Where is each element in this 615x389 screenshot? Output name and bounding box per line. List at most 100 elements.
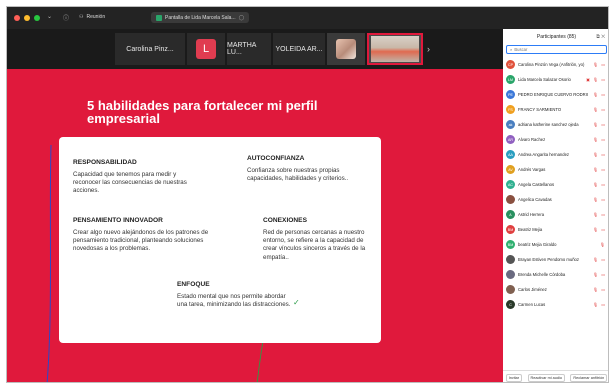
participant-name: Andrea Angarita hernandez (518, 152, 569, 157)
participant-name: Lida Marcela Salazar Osorio (518, 77, 571, 82)
section-heading: RESPONSABILIDAD (73, 159, 137, 166)
avatar: AV (506, 165, 515, 174)
participant-video (371, 36, 419, 62)
participant-row[interactable]: Brayan Estiven Pendomo muñoz 🎙 ▭ (503, 252, 608, 267)
panel-title: Participantes (85) (536, 34, 577, 40)
participant-row[interactable]: PEPEDRO ENRIQUE CUERVO RODRIGU... 🎙 ▭ (503, 87, 608, 102)
mic-camera-status-icon[interactable]: 🎙 ▭ (593, 302, 606, 307)
search-input[interactable]: ⌕ Buscar (506, 45, 607, 54)
participant-row[interactable]: Angelica Cavadas 🎙 ▭ (503, 192, 608, 207)
avatar: FS (506, 105, 515, 114)
meeting-menu[interactable]: ⚇ Reunión (79, 14, 105, 20)
participant-row[interactable]: AC Angela Castellanos 🎙 ▭ (503, 177, 608, 192)
unmute-button[interactable]: Reactivar mi audio (527, 373, 565, 382)
mic-camera-status-icon[interactable]: 🎙 ▭ (593, 182, 606, 187)
avatar: L (196, 39, 216, 59)
mic-camera-status-icon[interactable]: 🎙 ▭ (593, 272, 606, 277)
mic-camera-status-icon[interactable]: 🎙 ▭ (593, 197, 606, 202)
section-heading: AUTOCONFIANZA (247, 155, 305, 162)
avatar: AR (506, 135, 515, 144)
panel-header: Participantes (85) ⧉ ✕ (503, 29, 608, 45)
chevron-right-icon[interactable]: › (427, 44, 430, 54)
participant-row[interactable]: BM beatriz Mejia Giraldo 🎙 (503, 237, 608, 252)
participant-row[interactable]: ak adriana katherine sanchez ojeda 🎙 ▭ (503, 117, 608, 132)
participant-name: YOLEIDA AR... (275, 45, 323, 53)
invite-button[interactable]: Invitar (505, 373, 523, 382)
section-heading: ENFOQUE (177, 281, 210, 288)
participant-name: FRANCY SARMIENTO (518, 107, 562, 112)
participant-name: adriana katherine sanchez ojeda (518, 122, 579, 127)
popout-icon[interactable]: ⧉ (596, 34, 600, 40)
video-tile[interactable] (327, 33, 365, 65)
participant-row[interactable]: CP Carolina Pinzón Vega (Anfitrión, yo) 🎙 … (503, 57, 608, 72)
participant-name: Carmen Lucas (518, 302, 546, 307)
participant-row[interactable]: Brenda Michelle Córdoba 🎙 ▭ (503, 267, 608, 282)
mic-camera-status-icon[interactable]: 🎙 ▭ (593, 62, 606, 67)
participant-row[interactable]: BM Beatriz Mejia 🎙 ▭ (503, 222, 608, 237)
screen-share-tab[interactable]: Pantalla de Lida Marcela Sala... ◯ (151, 12, 250, 23)
participant-row[interactable]: AV Andrés Vargas 🎙 ▭ (503, 162, 608, 177)
info-icon[interactable]: ⓘ (63, 13, 69, 22)
video-tile[interactable]: L (187, 33, 225, 65)
title-bar: ⌄ ⓘ ⚇ Reunión Pantalla de Lida Marcela S… (7, 7, 608, 29)
section-heading: PENSAMIENTO INNOVADOR (73, 217, 163, 224)
avatar: AC (506, 180, 515, 189)
avatar: CP (506, 60, 515, 69)
avatar: LM (506, 75, 515, 84)
participant-name: PEDRO ENRIQUE CUERVO RODRIGU... (518, 92, 588, 97)
participant-strip: Carolina Pinz... L MARTHA LU... YOLEIDA … (7, 29, 503, 69)
participant-row[interactable]: C Carmen Lucas 🎙 ▭ (503, 297, 608, 312)
avatar (506, 285, 515, 294)
mic-camera-status-icon[interactable]: 🎙 ▭ (593, 167, 606, 172)
avatar (506, 195, 515, 204)
mic-camera-status-icon[interactable]: 🎙 ▭ (593, 107, 606, 112)
video-tile-active[interactable] (367, 33, 423, 65)
search-placeholder: Buscar (514, 47, 528, 52)
mic-camera-status-icon[interactable]: 🎙 ▭ (593, 227, 606, 232)
mic-camera-status-icon[interactable]: ▣ 🎙 ▭ (586, 77, 606, 82)
section-text: Estado mental que nos permite abordar un… (177, 293, 291, 309)
participant-row[interactable]: AA Andrea Angarita hernandez 🎙 ▭ (503, 147, 608, 162)
participant-name: Angela Castellanos (518, 182, 555, 187)
share-screen-icon (156, 14, 162, 21)
mic-camera-status-icon[interactable]: 🎙 ▭ (593, 212, 606, 217)
participant-row[interactable]: AR Alvaro Rachez 🎙 ▭ (503, 132, 608, 147)
avatar: AA (506, 150, 515, 159)
users-icon: ⚇ (79, 14, 84, 20)
meeting-label: Reunión (86, 14, 106, 20)
minimize-window-button[interactable] (24, 15, 30, 21)
participant-name: Beatriz Mejia (518, 227, 543, 232)
participant-name: Angelica Cavadas (518, 197, 552, 202)
mic-camera-status-icon[interactable]: 🎙 ▭ (593, 257, 606, 262)
video-tile[interactable]: YOLEIDA AR... (273, 33, 325, 65)
participant-name: Carolina Pinz... (126, 45, 174, 53)
view-options-icon[interactable]: ◯ (239, 15, 245, 21)
close-icon[interactable]: ✕ (601, 34, 605, 40)
mic-camera-status-icon[interactable]: 🎙 ▭ (593, 92, 606, 97)
video-tile[interactable]: MARTHA LU... (227, 33, 271, 65)
mic-camera-status-icon[interactable]: 🎙 ▭ (593, 152, 606, 157)
participant-row[interactable]: A Astrid Herrera 🎙 ▭ (503, 207, 608, 222)
claim-host-button[interactable]: Reclamar anfitrión (570, 373, 608, 382)
mic-camera-status-icon[interactable]: 🎙 ▭ (593, 122, 606, 127)
participant-row[interactable]: Carlos Jiménez 🎙 ▭ (503, 282, 608, 297)
ink-stroke (46, 144, 52, 382)
zoom-window: ⌄ ⓘ ⚇ Reunión Pantalla de Lida Marcela S… (6, 6, 609, 383)
maximize-window-button[interactable] (34, 15, 40, 21)
section-heading: CONEXIONES (263, 217, 307, 224)
avatar: A (506, 210, 515, 219)
shared-slide: 5 habilidades para fortalecer mi perfil … (7, 69, 503, 382)
participant-row[interactable]: LM Lida Marcela Salazar Osorio ▣ 🎙 ▭ (503, 72, 608, 87)
chevron-down-icon[interactable]: ⌄ (47, 13, 52, 20)
avatar: C (506, 300, 515, 309)
section-text: Capacidad que tenemos para medir y recon… (73, 171, 187, 195)
close-window-button[interactable] (14, 15, 20, 21)
mic-camera-status-icon[interactable]: 🎙 ▭ (593, 137, 606, 142)
search-icon: ⌕ (510, 47, 513, 52)
mic-camera-status-icon[interactable]: 🎙 ▭ (593, 287, 606, 292)
mic-camera-status-icon[interactable]: 🎙 (600, 242, 606, 247)
panel-footer: Invitar Reactivar mi audio Reclamar anfi… (503, 370, 608, 382)
avatar: BM (506, 240, 515, 249)
video-tile[interactable]: Carolina Pinz... (115, 33, 185, 65)
participant-row[interactable]: FS FRANCY SARMIENTO 🎙 ▭ (503, 102, 608, 117)
